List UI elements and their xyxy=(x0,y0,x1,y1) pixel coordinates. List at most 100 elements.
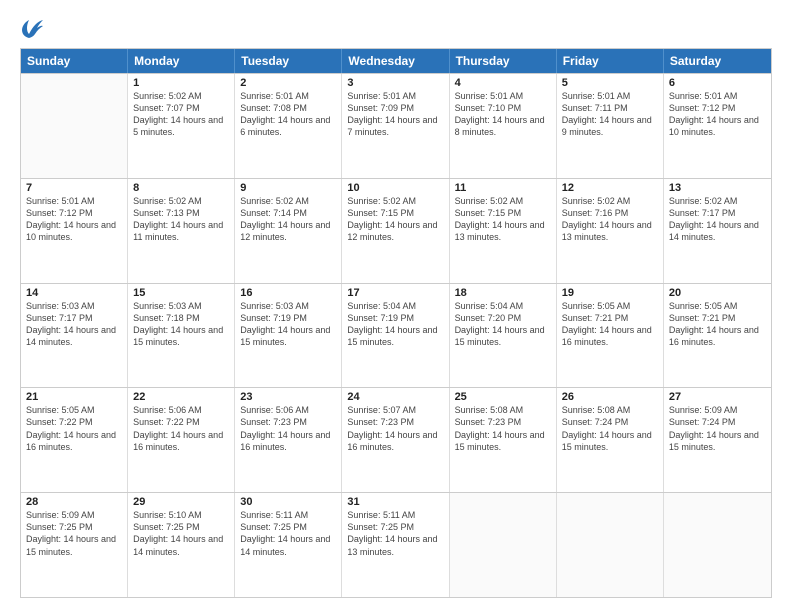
day-info: Sunrise: 5:01 AMSunset: 7:11 PMDaylight:… xyxy=(562,90,658,139)
day-number: 9 xyxy=(240,182,336,194)
cal-cell: 8Sunrise: 5:02 AMSunset: 7:13 PMDaylight… xyxy=(128,179,235,283)
cal-cell: 16Sunrise: 5:03 AMSunset: 7:19 PMDayligh… xyxy=(235,284,342,388)
week-row-3: 14Sunrise: 5:03 AMSunset: 7:17 PMDayligh… xyxy=(21,283,771,388)
logo xyxy=(20,18,45,40)
day-number: 18 xyxy=(455,287,551,299)
day-info: Sunrise: 5:03 AMSunset: 7:18 PMDaylight:… xyxy=(133,300,229,349)
cal-cell: 12Sunrise: 5:02 AMSunset: 7:16 PMDayligh… xyxy=(557,179,664,283)
day-info: Sunrise: 5:02 AMSunset: 7:17 PMDaylight:… xyxy=(669,195,766,244)
day-number: 26 xyxy=(562,391,658,403)
week-row-4: 21Sunrise: 5:05 AMSunset: 7:22 PMDayligh… xyxy=(21,387,771,492)
day-info: Sunrise: 5:01 AMSunset: 7:12 PMDaylight:… xyxy=(26,195,122,244)
day-number: 6 xyxy=(669,77,766,89)
cal-cell: 30Sunrise: 5:11 AMSunset: 7:25 PMDayligh… xyxy=(235,493,342,597)
day-number: 20 xyxy=(669,287,766,299)
week-row-5: 28Sunrise: 5:09 AMSunset: 7:25 PMDayligh… xyxy=(21,492,771,597)
day-number: 25 xyxy=(455,391,551,403)
day-info: Sunrise: 5:01 AMSunset: 7:10 PMDaylight:… xyxy=(455,90,551,139)
day-number: 16 xyxy=(240,287,336,299)
day-info: Sunrise: 5:05 AMSunset: 7:21 PMDaylight:… xyxy=(562,300,658,349)
cal-cell xyxy=(21,74,128,178)
cal-cell: 19Sunrise: 5:05 AMSunset: 7:21 PMDayligh… xyxy=(557,284,664,388)
day-number: 22 xyxy=(133,391,229,403)
day-info: Sunrise: 5:11 AMSunset: 7:25 PMDaylight:… xyxy=(240,509,336,558)
cal-cell: 26Sunrise: 5:08 AMSunset: 7:24 PMDayligh… xyxy=(557,388,664,492)
cal-cell xyxy=(557,493,664,597)
week-row-1: 1Sunrise: 5:02 AMSunset: 7:07 PMDaylight… xyxy=(21,73,771,178)
day-number: 24 xyxy=(347,391,443,403)
day-number: 1 xyxy=(133,77,229,89)
cal-cell: 10Sunrise: 5:02 AMSunset: 7:15 PMDayligh… xyxy=(342,179,449,283)
cal-cell: 4Sunrise: 5:01 AMSunset: 7:10 PMDaylight… xyxy=(450,74,557,178)
day-info: Sunrise: 5:02 AMSunset: 7:14 PMDaylight:… xyxy=(240,195,336,244)
cal-cell: 5Sunrise: 5:01 AMSunset: 7:11 PMDaylight… xyxy=(557,74,664,178)
week-row-2: 7Sunrise: 5:01 AMSunset: 7:12 PMDaylight… xyxy=(21,178,771,283)
day-info: Sunrise: 5:03 AMSunset: 7:19 PMDaylight:… xyxy=(240,300,336,349)
day-number: 28 xyxy=(26,496,122,508)
calendar-header: SundayMondayTuesdayWednesdayThursdayFrid… xyxy=(21,49,771,73)
day-header-thursday: Thursday xyxy=(450,49,557,73)
day-info: Sunrise: 5:02 AMSunset: 7:15 PMDaylight:… xyxy=(455,195,551,244)
day-info: Sunrise: 5:02 AMSunset: 7:07 PMDaylight:… xyxy=(133,90,229,139)
cal-cell: 13Sunrise: 5:02 AMSunset: 7:17 PMDayligh… xyxy=(664,179,771,283)
day-info: Sunrise: 5:05 AMSunset: 7:21 PMDaylight:… xyxy=(669,300,766,349)
cal-cell: 14Sunrise: 5:03 AMSunset: 7:17 PMDayligh… xyxy=(21,284,128,388)
day-info: Sunrise: 5:10 AMSunset: 7:25 PMDaylight:… xyxy=(133,509,229,558)
day-number: 23 xyxy=(240,391,336,403)
calendar-body: 1Sunrise: 5:02 AMSunset: 7:07 PMDaylight… xyxy=(21,73,771,597)
day-info: Sunrise: 5:08 AMSunset: 7:23 PMDaylight:… xyxy=(455,404,551,453)
day-number: 21 xyxy=(26,391,122,403)
day-info: Sunrise: 5:03 AMSunset: 7:17 PMDaylight:… xyxy=(26,300,122,349)
calendar: SundayMondayTuesdayWednesdayThursdayFrid… xyxy=(20,48,772,598)
page: SundayMondayTuesdayWednesdayThursdayFrid… xyxy=(0,0,792,612)
cal-cell: 29Sunrise: 5:10 AMSunset: 7:25 PMDayligh… xyxy=(128,493,235,597)
day-info: Sunrise: 5:07 AMSunset: 7:23 PMDaylight:… xyxy=(347,404,443,453)
day-header-monday: Monday xyxy=(128,49,235,73)
day-number: 10 xyxy=(347,182,443,194)
cal-cell: 3Sunrise: 5:01 AMSunset: 7:09 PMDaylight… xyxy=(342,74,449,178)
cal-cell: 11Sunrise: 5:02 AMSunset: 7:15 PMDayligh… xyxy=(450,179,557,283)
day-info: Sunrise: 5:02 AMSunset: 7:16 PMDaylight:… xyxy=(562,195,658,244)
day-info: Sunrise: 5:04 AMSunset: 7:19 PMDaylight:… xyxy=(347,300,443,349)
day-info: Sunrise: 5:04 AMSunset: 7:20 PMDaylight:… xyxy=(455,300,551,349)
day-header-tuesday: Tuesday xyxy=(235,49,342,73)
cal-cell: 9Sunrise: 5:02 AMSunset: 7:14 PMDaylight… xyxy=(235,179,342,283)
cal-cell: 25Sunrise: 5:08 AMSunset: 7:23 PMDayligh… xyxy=(450,388,557,492)
day-number: 3 xyxy=(347,77,443,89)
day-number: 14 xyxy=(26,287,122,299)
day-number: 31 xyxy=(347,496,443,508)
cal-cell: 2Sunrise: 5:01 AMSunset: 7:08 PMDaylight… xyxy=(235,74,342,178)
cal-cell: 23Sunrise: 5:06 AMSunset: 7:23 PMDayligh… xyxy=(235,388,342,492)
header xyxy=(20,18,772,40)
cal-cell: 15Sunrise: 5:03 AMSunset: 7:18 PMDayligh… xyxy=(128,284,235,388)
cal-cell: 31Sunrise: 5:11 AMSunset: 7:25 PMDayligh… xyxy=(342,493,449,597)
day-info: Sunrise: 5:06 AMSunset: 7:23 PMDaylight:… xyxy=(240,404,336,453)
cal-cell xyxy=(664,493,771,597)
cal-cell xyxy=(450,493,557,597)
day-info: Sunrise: 5:09 AMSunset: 7:25 PMDaylight:… xyxy=(26,509,122,558)
day-number: 13 xyxy=(669,182,766,194)
day-info: Sunrise: 5:06 AMSunset: 7:22 PMDaylight:… xyxy=(133,404,229,453)
day-number: 30 xyxy=(240,496,336,508)
day-info: Sunrise: 5:01 AMSunset: 7:12 PMDaylight:… xyxy=(669,90,766,139)
day-info: Sunrise: 5:09 AMSunset: 7:24 PMDaylight:… xyxy=(669,404,766,453)
day-info: Sunrise: 5:11 AMSunset: 7:25 PMDaylight:… xyxy=(347,509,443,558)
day-info: Sunrise: 5:02 AMSunset: 7:13 PMDaylight:… xyxy=(133,195,229,244)
day-number: 29 xyxy=(133,496,229,508)
cal-cell: 20Sunrise: 5:05 AMSunset: 7:21 PMDayligh… xyxy=(664,284,771,388)
cal-cell: 17Sunrise: 5:04 AMSunset: 7:19 PMDayligh… xyxy=(342,284,449,388)
cal-cell: 27Sunrise: 5:09 AMSunset: 7:24 PMDayligh… xyxy=(664,388,771,492)
cal-cell: 22Sunrise: 5:06 AMSunset: 7:22 PMDayligh… xyxy=(128,388,235,492)
day-number: 12 xyxy=(562,182,658,194)
day-number: 19 xyxy=(562,287,658,299)
cal-cell: 24Sunrise: 5:07 AMSunset: 7:23 PMDayligh… xyxy=(342,388,449,492)
cal-cell: 28Sunrise: 5:09 AMSunset: 7:25 PMDayligh… xyxy=(21,493,128,597)
day-info: Sunrise: 5:02 AMSunset: 7:15 PMDaylight:… xyxy=(347,195,443,244)
day-info: Sunrise: 5:01 AMSunset: 7:08 PMDaylight:… xyxy=(240,90,336,139)
day-info: Sunrise: 5:01 AMSunset: 7:09 PMDaylight:… xyxy=(347,90,443,139)
day-number: 5 xyxy=(562,77,658,89)
day-header-friday: Friday xyxy=(557,49,664,73)
day-header-saturday: Saturday xyxy=(664,49,771,73)
day-number: 11 xyxy=(455,182,551,194)
day-header-sunday: Sunday xyxy=(21,49,128,73)
